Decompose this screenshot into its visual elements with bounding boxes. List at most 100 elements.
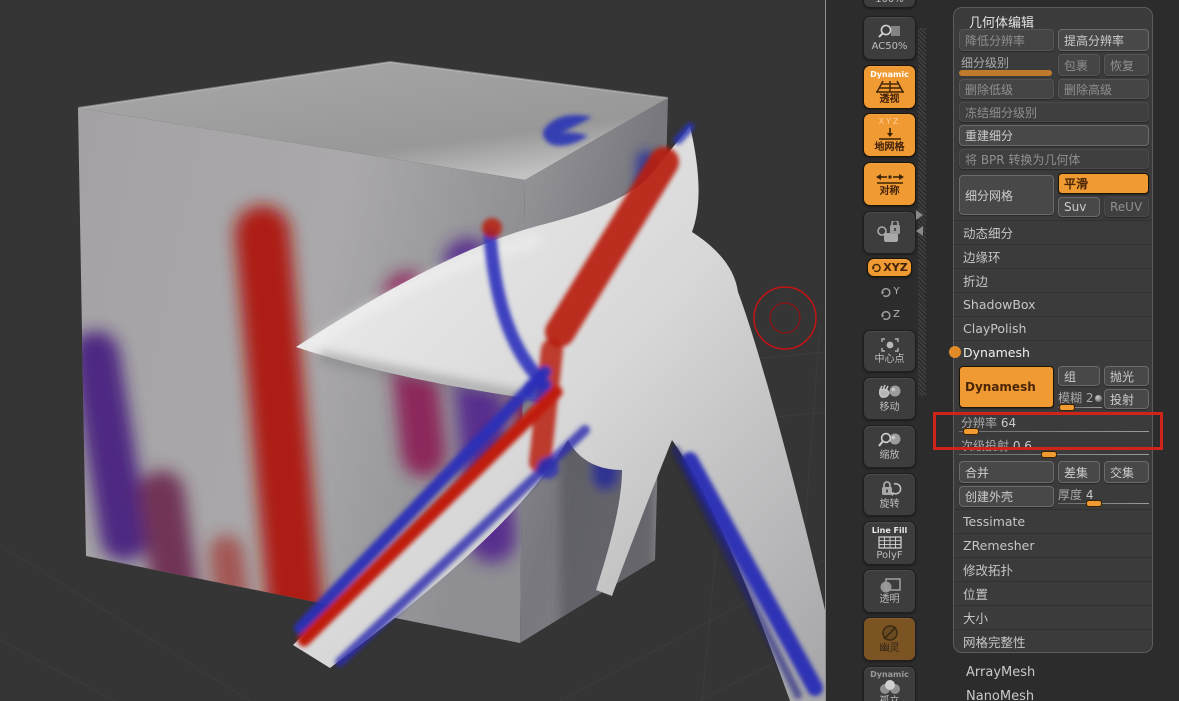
reuv-button[interactable]: ReUV: [1104, 197, 1149, 217]
boolean-and-button[interactable]: 交集: [1104, 461, 1149, 483]
restore-button[interactable]: 恢复: [1104, 54, 1149, 76]
resolution-track[interactable]: [959, 431, 1149, 432]
create-shell-label: 创建外壳: [965, 490, 1014, 504]
actual-size-button[interactable]: AC50%: [863, 16, 916, 60]
rotate-z-button[interactable]: Z: [872, 304, 908, 325]
dynamesh-project-button[interactable]: 投射: [1104, 389, 1149, 409]
zoom-100-button[interactable]: 100%: [863, 0, 916, 8]
section-position[interactable]: 位置: [954, 581, 1152, 605]
smooth-toggle-button[interactable]: 平滑: [1058, 173, 1149, 194]
wrap-label: 包裹: [1064, 58, 1089, 73]
thickness-track[interactable]: [1058, 503, 1149, 504]
rotate-lock-button[interactable]: 旋转: [863, 473, 916, 516]
rotate-y-label: Y: [893, 286, 900, 297]
polyframe-button[interactable]: Line Fill PolyF: [863, 521, 916, 565]
wrap-button[interactable]: 包裹: [1058, 54, 1100, 76]
symmetry-button[interactable]: 对称: [863, 162, 916, 206]
perspective-grid-icon: [875, 80, 904, 93]
section-mesh-integrity[interactable]: 网格完整性: [954, 629, 1152, 653]
resolution-handle[interactable]: [963, 428, 979, 435]
shelf-expand-right-arrow-icon[interactable]: [916, 210, 923, 220]
polyframe-badge: Line Fill: [871, 525, 908, 535]
section-dynamesh-header[interactable]: Dynamesh: [954, 340, 1152, 364]
solo-button[interactable]: Dynamic 孤立: [863, 666, 916, 701]
dynamesh-blur-slider[interactable]: 模糊 2: [1058, 389, 1103, 411]
center-point-button[interactable]: 中心点: [863, 330, 916, 372]
suv-button[interactable]: Suv: [1058, 197, 1100, 217]
actual-size-label: AC50%: [871, 41, 908, 52]
del-lower-button[interactable]: 删除低级: [959, 79, 1054, 99]
section-crease[interactable]: 折边: [954, 268, 1152, 292]
section-label: 动态细分: [963, 226, 1014, 241]
section-tessimate[interactable]: Tessimate: [954, 509, 1152, 533]
restore-label: 恢复: [1110, 58, 1135, 73]
scale-button[interactable]: 缩放: [863, 425, 916, 468]
floor-grid-button[interactable]: XYZ 地网格: [863, 113, 916, 157]
center-point-icon: [880, 338, 899, 352]
subpalette-nanomesh[interactable]: NanoMesh: [966, 689, 1034, 701]
perspective-button[interactable]: Dynamic 透视: [863, 65, 916, 109]
rotate-xyz-button[interactable]: XYZ: [867, 258, 912, 277]
higher-res-label: 提高分辨率: [1064, 33, 1125, 48]
lower-res-button[interactable]: 降低分辨率: [959, 29, 1054, 51]
shelf-expand-left-arrow-icon[interactable]: [916, 226, 923, 236]
smooth-label: 平滑: [1064, 177, 1089, 191]
dynamesh-open-dot-icon: [949, 346, 961, 358]
lock-rotate-icon: [881, 480, 901, 496]
nanomesh-label: NanoMesh: [966, 689, 1035, 701]
sdiv-level-slider[interactable]: 细分级别: [959, 54, 1054, 76]
bpr-to-geo-label: 将 BPR 转换为几何体: [965, 152, 1081, 167]
thickness-slider[interactable]: 厚度 4: [1058, 486, 1149, 508]
floor-grid-label: 地网格: [874, 141, 905, 153]
section-label: 修改拓扑: [963, 563, 1014, 578]
bpr-to-geo-button[interactable]: 将 BPR 转换为几何体: [959, 149, 1149, 169]
scale-label: 缩放: [879, 450, 900, 461]
dynamesh-project-label: 投射: [1110, 392, 1135, 407]
floor-grid-ghost-label: XYZ: [878, 116, 901, 126]
dynamesh-button[interactable]: Dynamesh: [959, 366, 1054, 408]
boolean-and-label: 交集: [1110, 465, 1135, 480]
higher-res-button[interactable]: 提高分辨率: [1058, 29, 1149, 51]
camera-lock-button[interactable]: [863, 211, 916, 254]
reconstruct-sdiv-button[interactable]: 重建细分: [959, 125, 1149, 146]
rotate-y-button[interactable]: Y: [872, 281, 908, 302]
section-claypolish[interactable]: ClayPolish: [954, 316, 1152, 340]
subprojection-slider[interactable]: 次级投射 0.6: [959, 437, 1149, 459]
floor-grid-icon: [878, 127, 901, 140]
thickness-handle[interactable]: [1086, 500, 1102, 507]
freeze-sdiv-button[interactable]: 冻结细分级别: [959, 102, 1149, 122]
section-label: 边缘环: [963, 250, 1001, 265]
section-shadowbox[interactable]: ShadowBox: [954, 292, 1152, 316]
del-higher-button[interactable]: 删除高级: [1058, 79, 1149, 99]
viewport-3d[interactable]: [0, 0, 826, 701]
del-lower-label: 删除低级: [965, 82, 1014, 97]
freeze-sdiv-label: 冻结细分级别: [965, 105, 1038, 120]
ghost-button[interactable]: 幽灵: [863, 617, 916, 661]
subpalette-arraymesh[interactable]: ArrayMesh: [966, 665, 1035, 680]
transparent-button[interactable]: 透明: [863, 569, 916, 613]
sdiv-level-bar[interactable]: [959, 70, 1052, 76]
rotate-lock-label: 旋转: [879, 498, 900, 510]
boolean-add-button[interactable]: 合并: [959, 461, 1054, 483]
polyframe-label: PolyF: [876, 549, 903, 561]
lower-res-label: 降低分辨率: [965, 33, 1026, 48]
section-edit-topology[interactable]: 修改拓扑: [954, 557, 1152, 581]
resolution-value: 64: [1000, 416, 1017, 430]
subprojection-handle[interactable]: [1041, 451, 1057, 458]
reconstruct-sdiv-label: 重建细分: [965, 129, 1014, 143]
move-label: 移动: [879, 402, 900, 413]
create-shell-button[interactable]: 创建外壳: [959, 486, 1054, 507]
blur-handle[interactable]: [1059, 404, 1075, 411]
divide-button[interactable]: 细分网格: [959, 175, 1054, 215]
section-dynamic-subdiv[interactable]: 动态细分: [954, 220, 1152, 244]
dynamesh-polish-button[interactable]: 抛光: [1104, 366, 1149, 386]
dynamesh-group-button[interactable]: 组: [1058, 366, 1100, 386]
resolution-slider[interactable]: 分辨率 64: [959, 414, 1149, 436]
boolean-sub-button[interactable]: 差集: [1058, 461, 1100, 483]
section-size[interactable]: 大小: [954, 605, 1152, 629]
subprojection-value: 0.6: [1012, 439, 1032, 453]
move-button[interactable]: 移动: [863, 377, 916, 420]
section-label: 位置: [963, 587, 989, 602]
section-zremesher[interactable]: ZRemesher: [954, 533, 1152, 557]
section-edgeloop[interactable]: 边缘环: [954, 244, 1152, 268]
